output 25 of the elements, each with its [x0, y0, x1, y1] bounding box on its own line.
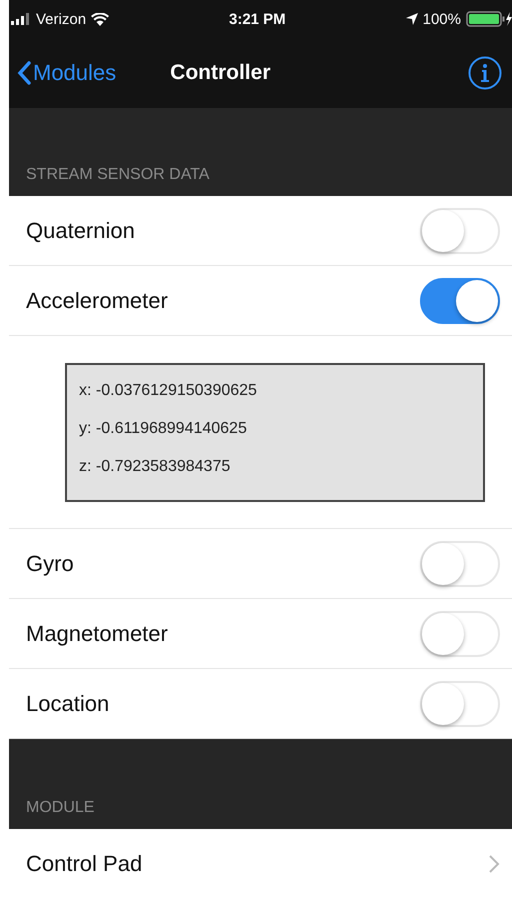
section-title: MODULE: [26, 799, 94, 817]
screen-title: Controller: [170, 61, 270, 85]
info-icon[interactable]: [468, 56, 502, 90]
carrier-name: Verizon: [36, 10, 86, 28]
battery-icon: [466, 11, 512, 27]
readout-value: z: -0.7923583984375: [79, 456, 232, 476]
signal-icon: [11, 13, 31, 25]
row-label: Magnetometer: [26, 620, 168, 646]
row-label: Accelerometer: [26, 288, 168, 314]
row-label: Control Pad: [26, 850, 142, 876]
back-button[interactable]: Modules: [9, 59, 122, 87]
location-arrow-icon: [406, 13, 418, 25]
row-label: Quaternion: [26, 218, 135, 244]
chevron-icon: [488, 854, 500, 874]
list-row[interactable]: Control Pad: [9, 829, 512, 897]
battery-percent: 100%: [422, 10, 461, 28]
back-chevron-icon: [17, 61, 31, 85]
readout-value: x: -0.0376129150390625: [79, 380, 258, 400]
status-time: 3:21 PM: [228, 10, 286, 28]
section-title: STREAM SENSOR DATA: [26, 166, 210, 184]
wifi-icon: [91, 12, 110, 26]
row-label: Gyro: [26, 550, 74, 576]
readout-value: y: -0.611968994140625: [79, 418, 248, 438]
row-label: Location: [26, 690, 110, 716]
toggle-switch[interactable]: [420, 278, 500, 324]
